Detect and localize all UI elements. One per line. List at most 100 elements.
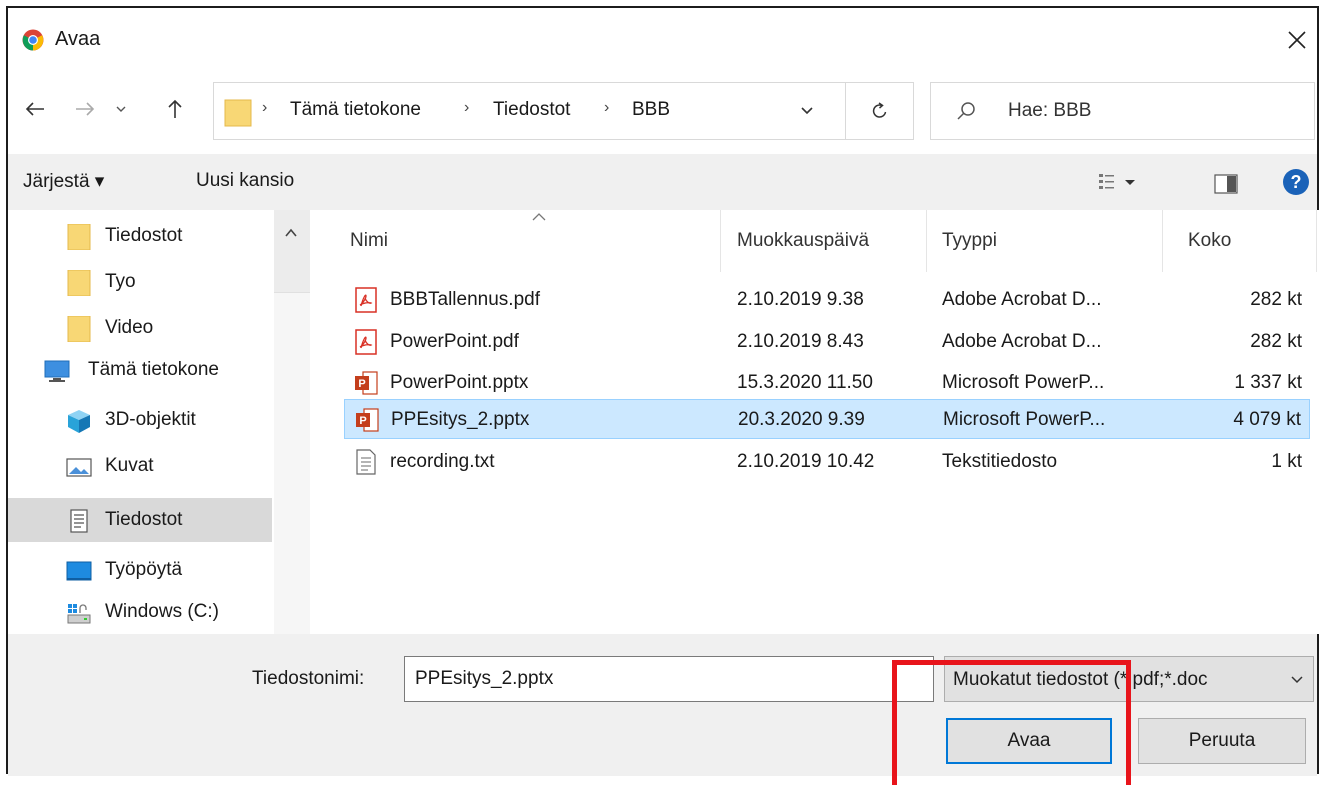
sidebar-item-video[interactable]: Video (8, 306, 272, 350)
back-button[interactable] (20, 94, 50, 124)
help-icon: ? (1283, 169, 1309, 195)
pptx-icon: P (356, 408, 379, 432)
file-type: Microsoft PowerP... (942, 372, 1105, 393)
sidebar-item-tiedostot-folder[interactable]: Tiedostot (8, 214, 272, 258)
help-button[interactable]: ? (1282, 168, 1310, 196)
search-icon (957, 102, 975, 120)
breadcrumb-this-pc[interactable]: Tämä tietokone (290, 99, 421, 121)
file-modified: 20.3.2020 9.39 (738, 409, 865, 430)
pictures-icon (66, 458, 92, 477)
file-size: 282 kt (1250, 289, 1302, 310)
file-size: 1 kt (1271, 451, 1302, 472)
cancel-button[interactable]: Peruuta (1138, 718, 1306, 764)
sidebar-item-tyo[interactable]: Tyo (8, 260, 272, 304)
file-size: 4 079 kt (1233, 409, 1301, 430)
command-bar: Järjestä ▾ Uusi kansio ? (8, 154, 1317, 210)
sidebar-item-label: Tiedostot (105, 225, 183, 246)
cube-3d-icon (68, 410, 90, 433)
pdf-icon (355, 287, 377, 313)
refresh-icon (872, 102, 886, 118)
nav-pane-scrollbar[interactable] (274, 210, 310, 634)
column-header-modified[interactable]: Muokkauspäivä (737, 230, 869, 252)
column-header-name[interactable]: Nimi (350, 230, 388, 252)
svg-text:?: ? (1291, 172, 1302, 192)
breadcrumb-bbb[interactable]: BBB (632, 99, 670, 121)
breadcrumb-separator: › (262, 99, 268, 116)
bottom-panel: Tiedostonimi: Muokatut tiedostot (*.pdf;… (8, 634, 1317, 776)
file-row-selected[interactable]: P PPEsitys_2.pptx 20.3.2020 9.39 Microso… (344, 399, 1310, 439)
column-divider[interactable] (1162, 210, 1163, 272)
address-bar[interactable]: › Tämä tietokone › Tiedostot › BBB (213, 82, 846, 140)
drive-icon (67, 604, 91, 624)
sidebar-item-pictures[interactable]: Kuvat (8, 444, 272, 488)
breadcrumb-documents[interactable]: Tiedostot (493, 99, 570, 121)
arrow-right-icon (76, 102, 95, 116)
sidebar-item-label: Video (105, 317, 154, 338)
close-button[interactable] (1277, 20, 1317, 60)
file-name: recording.txt (390, 451, 495, 472)
computer-icon (44, 360, 70, 382)
file-row[interactable]: P PowerPoint.pptx 15.3.2020 11.50 Micros… (344, 363, 1310, 403)
file-type: Adobe Acrobat D... (942, 289, 1102, 310)
sidebar-item-documents[interactable]: Tiedostot (8, 498, 272, 542)
scroll-up-icon[interactable] (282, 226, 300, 240)
file-type: Adobe Acrobat D... (942, 331, 1102, 352)
file-name: PowerPoint.pptx (390, 372, 529, 393)
pptx-icon: P (355, 371, 378, 395)
new-folder-button[interactable]: Uusi kansio (196, 170, 294, 192)
file-type-filter-select[interactable]: Muokatut tiedostot (*.pdf;*.doc (944, 656, 1314, 702)
column-header-type[interactable]: Tyyppi (942, 230, 997, 252)
scrollbar-thumb[interactable] (274, 292, 310, 634)
sidebar-item-label: Työpöytä (105, 559, 183, 580)
recent-locations-button[interactable] (112, 94, 130, 124)
breadcrumb-separator: › (604, 99, 610, 116)
refresh-button[interactable] (846, 82, 914, 140)
sidebar-item-label: Tämä tietokone (88, 359, 219, 380)
preview-pane-button[interactable] (1214, 174, 1238, 194)
sidebar-item-label: Tyo (105, 271, 136, 292)
sort-ascending-icon (532, 213, 546, 221)
file-modified: 2.10.2019 10.42 (737, 451, 875, 472)
address-dropdown-icon[interactable] (799, 103, 815, 119)
file-modified: 2.10.2019 9.38 (737, 289, 864, 310)
open-button[interactable]: Avaa (946, 718, 1112, 764)
up-button[interactable] (160, 94, 190, 124)
file-name: PowerPoint.pdf (390, 331, 519, 352)
sidebar-item-this-pc[interactable]: Tämä tietokone (8, 348, 272, 392)
column-divider[interactable] (1316, 210, 1317, 272)
search-box[interactable]: Hae: BBB (930, 82, 1315, 140)
column-header-size[interactable]: Koko (1188, 230, 1231, 252)
sidebar-item-desktop[interactable]: Työpöytä (8, 548, 272, 592)
file-row[interactable]: recording.txt 2.10.2019 10.42 Tekstitied… (344, 442, 1310, 482)
sidebar-item-3d-objects[interactable]: 3D-objektit (8, 398, 272, 442)
desktop-icon (66, 561, 92, 581)
filename-input[interactable] (404, 656, 934, 702)
folder-icon (224, 99, 252, 127)
open-file-dialog: Avaa › Tämä tietokone › Tiedostot › BBB … (6, 6, 1319, 776)
file-modified: 15.3.2020 11.50 (737, 372, 873, 393)
title-bar: Avaa (8, 8, 1317, 70)
file-row[interactable]: BBBTallennus.pdf 2.10.2019 9.38 Adobe Ac… (344, 280, 1310, 320)
sidebar-item-windows-c[interactable]: Windows (C:) (8, 590, 272, 634)
sidebar-item-label: Tiedostot (105, 509, 183, 530)
svg-text:P: P (359, 415, 366, 427)
file-size: 1 337 kt (1234, 372, 1302, 393)
change-view-button[interactable] (1098, 172, 1138, 194)
forward-button[interactable] (70, 94, 100, 124)
navigation-bar: › Tämä tietokone › Tiedostot › BBB Hae: … (8, 80, 1317, 142)
navigation-pane[interactable]: Tiedostot Tyo Video Tämä tietokone 3D-ob… (8, 210, 312, 634)
svg-text:P: P (358, 378, 365, 390)
file-row[interactable]: PowerPoint.pdf 2.10.2019 8.43 Adobe Acro… (344, 322, 1310, 362)
file-list[interactable]: Nimi Muokkauspäivä Tyyppi Koko BBBTallen… (312, 210, 1319, 634)
organize-menu-button[interactable]: Järjestä ▾ (23, 170, 104, 193)
sidebar-item-label: Kuvat (105, 455, 154, 476)
chrome-icon (22, 29, 44, 51)
filename-label: Tiedostonimi: (252, 668, 365, 689)
folder-icon (67, 316, 91, 342)
column-divider[interactable] (926, 210, 927, 272)
file-type: Tekstitiedosto (942, 451, 1058, 472)
column-divider[interactable] (720, 210, 721, 272)
file-size: 282 kt (1250, 331, 1302, 352)
chevron-down-icon (1289, 673, 1305, 687)
arrow-left-icon (25, 102, 44, 116)
